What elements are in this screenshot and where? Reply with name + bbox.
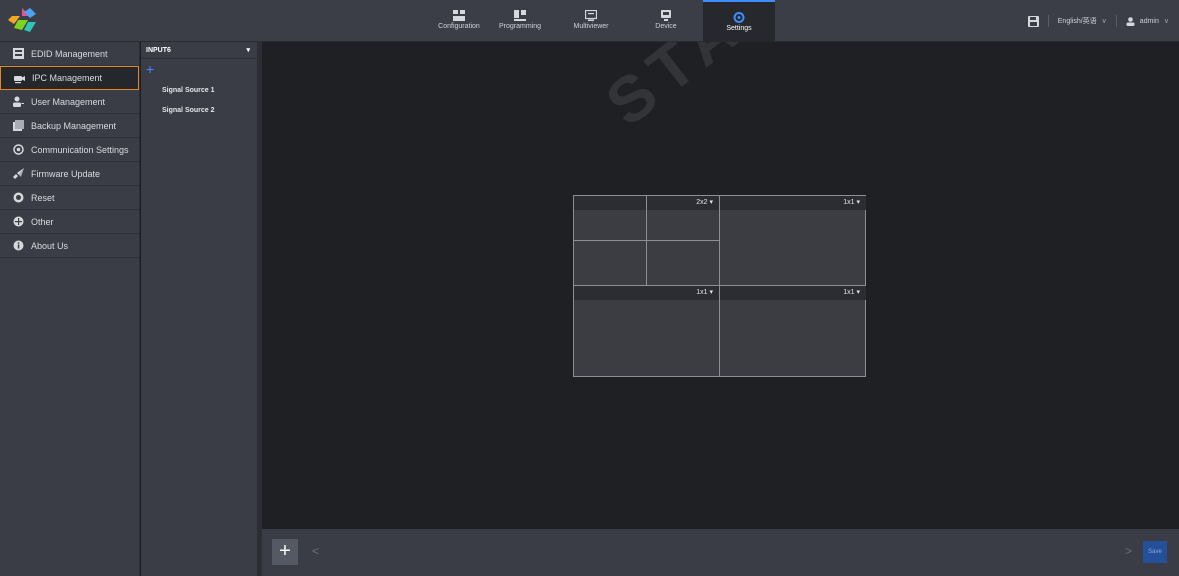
layout-quadrant[interactable]: 1x1 ▾: [720, 286, 866, 377]
sidebar-item-ipc-management[interactable]: IPC Management: [0, 66, 139, 90]
camera-icon: [14, 75, 25, 83]
signal-source-panel: INPUT6 ▾ + Signal Source 1 Signal Source…: [141, 42, 257, 576]
sidebar-item-about-us[interactable]: About Us: [0, 234, 139, 258]
split-value: 1x1: [843, 289, 855, 296]
user-icon: [13, 96, 24, 107]
sidebar-item-label: EDID Management: [31, 48, 108, 59]
add-source-icon[interactable]: +: [146, 62, 154, 76]
caret-down-icon: ▾: [709, 289, 713, 296]
info-icon: [13, 240, 24, 251]
sidebar: EDID Management IPC Management User Mana…: [0, 42, 140, 576]
caret-down-icon: ▾: [856, 289, 860, 296]
caret-down-icon: ▾: [246, 47, 250, 54]
layout-canvas: STAR TECH CO., LTD 2x2 ▾ 1x1 ▾ 1x1 ▾ 1x1…: [262, 42, 1179, 529]
username: admin: [1139, 18, 1159, 25]
language-label: English/英语: [1057, 18, 1097, 25]
layout-quadrant[interactable]: 1x1 ▾: [720, 196, 866, 286]
split-value: 1x1: [843, 199, 855, 206]
gear-icon: [733, 12, 745, 23]
split-value: 2x2: [696, 199, 708, 206]
sidebar-item-backup-management[interactable]: Backup Management: [0, 114, 139, 138]
rocket-icon: [13, 168, 24, 179]
list-item[interactable]: Signal Source 1: [162, 87, 215, 94]
programming-icon: [514, 10, 526, 21]
monitor-icon: [585, 10, 597, 21]
sidebar-item-label: Communication Settings: [31, 144, 129, 155]
tab-programming[interactable]: Programming: [484, 0, 556, 42]
input-select[interactable]: INPUT6 ▾: [141, 42, 257, 59]
user-menu[interactable]: admin ∨: [1140, 17, 1169, 25]
top-right-controls: English/英语 ∨ admin ∨: [1027, 13, 1169, 29]
sidebar-item-firmware-update[interactable]: Firmware Update: [0, 162, 139, 186]
sidebar-item-label: Firmware Update: [31, 168, 101, 179]
chevron-down-icon: ∨: [1163, 18, 1169, 25]
backup-icon: [13, 120, 24, 131]
chevron-right-icon[interactable]: >: [1125, 544, 1132, 558]
tab-label: Device: [655, 23, 677, 30]
layout-quadrant[interactable]: 2x2 ▾: [574, 196, 720, 286]
other-icon: [13, 216, 24, 227]
top-bar: Configuration Programming Multiviewer De…: [0, 0, 1179, 42]
sidebar-item-edid-management[interactable]: EDID Management: [0, 42, 139, 66]
logo-icon: [8, 8, 36, 32]
sidebar-item-user-management[interactable]: User Management: [0, 90, 139, 114]
bottom-toolbar: + < > Save: [262, 529, 1179, 576]
tab-device[interactable]: Device: [630, 0, 702, 42]
tab-multiviewer[interactable]: Multiviewer: [555, 0, 627, 42]
divider: [1115, 15, 1117, 27]
sidebar-item-other[interactable]: Other: [0, 210, 139, 234]
language-select[interactable]: English/英语 ∨: [1058, 16, 1107, 26]
device-icon: [661, 10, 671, 21]
tab-label: Configuration: [438, 23, 480, 30]
sidebar-item-reset[interactable]: Reset: [0, 186, 139, 210]
save-button[interactable]: Save: [1143, 541, 1167, 563]
watermark: STAR TECH CO., LTD: [592, 42, 1179, 140]
screen-layout-grid: 2x2 ▾ 1x1 ▾ 1x1 ▾ 1x1 ▾: [573, 195, 866, 377]
sidebar-item-label: About Us: [31, 240, 69, 251]
sidebar-item-communication-settings[interactable]: Communication Settings: [0, 138, 139, 162]
sidebar-item-label: Backup Management: [31, 120, 117, 131]
tab-label: Multiviewer: [573, 23, 609, 30]
sidebar-item-label: Other: [31, 216, 54, 227]
chevron-down-icon: ∨: [1101, 18, 1107, 25]
grid-icon: [453, 10, 465, 21]
tab-label: Settings: [726, 25, 752, 32]
divider: [1047, 15, 1049, 27]
split-value: 1x1: [696, 289, 708, 296]
add-layout-button[interactable]: +: [272, 539, 298, 565]
sidebar-item-label: User Management: [31, 96, 106, 107]
caret-down-icon: ▾: [709, 199, 713, 206]
communication-icon: [13, 144, 24, 155]
input-select-value: INPUT6: [146, 46, 171, 54]
layout-quadrant[interactable]: 1x1 ▾: [574, 286, 720, 377]
user-icon: [1126, 16, 1135, 26]
list-item[interactable]: Signal Source 2: [162, 107, 215, 114]
sidebar-item-label: IPC Management: [32, 73, 103, 83]
caret-down-icon: ▾: [856, 199, 860, 206]
split-select[interactable]: 1x1 ▾: [720, 196, 866, 210]
sidebar-item-label: Reset: [31, 192, 55, 203]
cell-divider: [574, 240, 720, 241]
edid-icon: [13, 48, 24, 59]
split-select[interactable]: 1x1 ▾: [720, 286, 866, 300]
reset-icon: [13, 192, 24, 203]
split-select[interactable]: 1x1 ▾: [574, 286, 719, 300]
chevron-left-icon[interactable]: <: [312, 544, 319, 558]
tab-settings[interactable]: Settings: [703, 0, 775, 42]
tab-label: Programming: [498, 23, 541, 30]
cell-divider: [646, 196, 647, 286]
save-disk-icon[interactable]: [1027, 15, 1039, 27]
